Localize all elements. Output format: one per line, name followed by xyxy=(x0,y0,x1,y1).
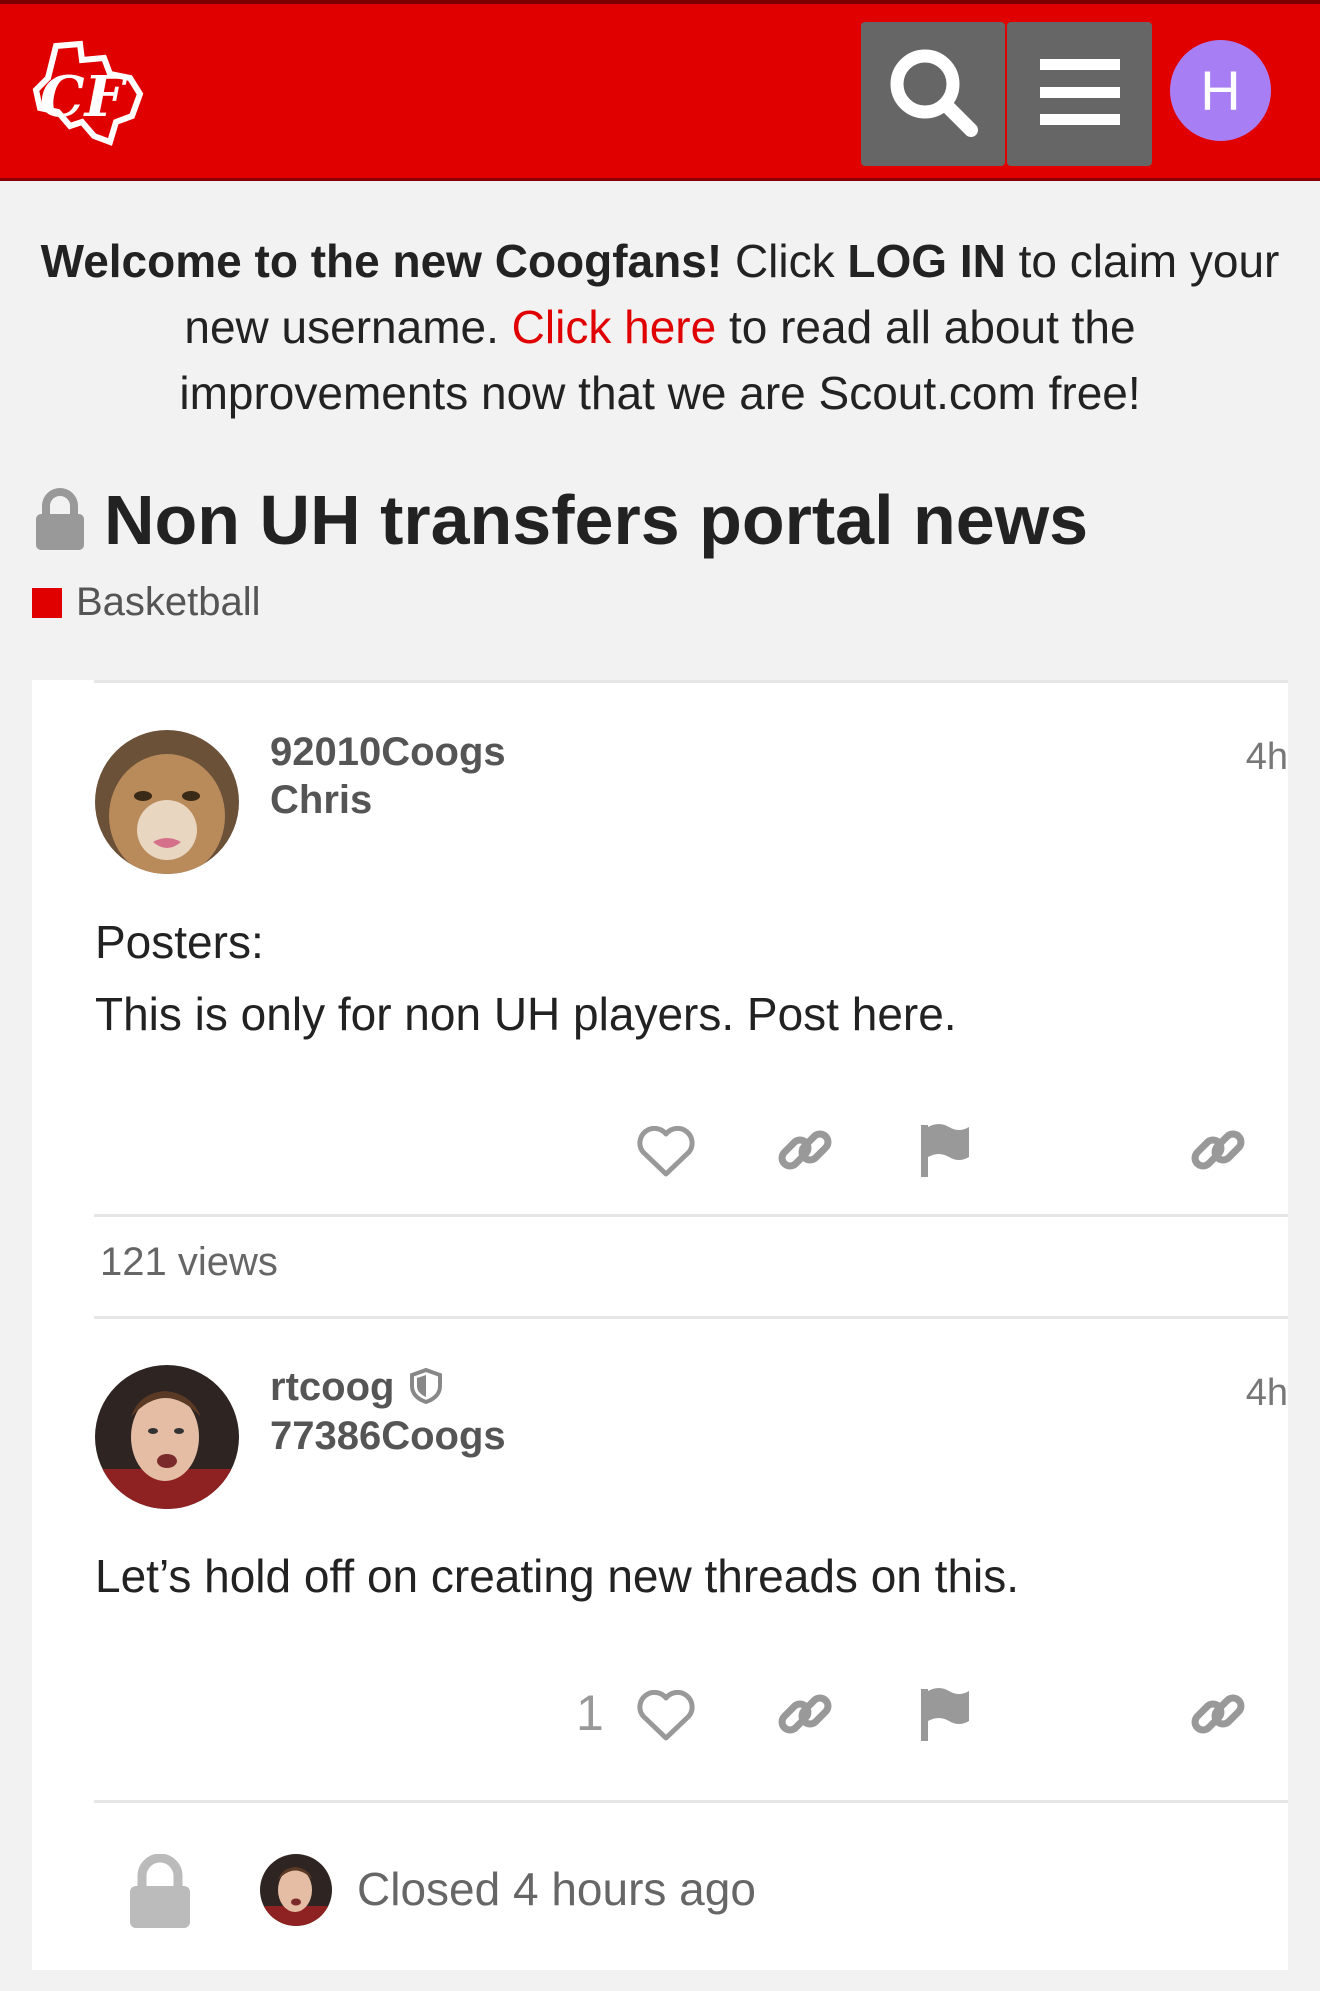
post-user-fullname[interactable]: 77386Coogs xyxy=(270,1414,506,1459)
flag-icon xyxy=(917,1685,971,1748)
welcome-banner: Welcome to the new Coogfans! Click LOG I… xyxy=(40,228,1280,426)
divider xyxy=(94,1316,1288,1319)
click-here-link[interactable]: Click here xyxy=(512,301,717,353)
post-username-text: rtcoog xyxy=(270,1365,395,1409)
avatar[interactable] xyxy=(95,730,239,874)
search-button[interactable] xyxy=(861,22,1005,166)
like-count[interactable]: 1 xyxy=(576,1684,604,1742)
post-line: Posters: xyxy=(95,916,264,968)
moderator-shield-icon xyxy=(409,1367,442,1414)
lock-icon xyxy=(128,1853,192,1930)
like-button[interactable] xyxy=(634,1120,698,1184)
link-icon xyxy=(1189,1121,1247,1184)
link-icon xyxy=(776,1685,834,1748)
logo-text: CF xyxy=(40,64,129,130)
category-color-square xyxy=(32,587,62,618)
post-line: Let’s hold off on creating new threads o… xyxy=(95,1550,1020,1602)
flag-button[interactable] xyxy=(912,1120,976,1184)
divider xyxy=(94,1214,1288,1217)
avatar[interactable] xyxy=(260,1854,332,1926)
flag-button[interactable] xyxy=(912,1684,976,1748)
menu-button[interactable] xyxy=(1007,22,1152,166)
share-link-button[interactable] xyxy=(1186,1684,1250,1748)
current-user-avatar[interactable]: H xyxy=(1170,40,1271,141)
post-username[interactable]: 92010Coogs xyxy=(270,730,506,775)
lock-icon xyxy=(34,488,86,552)
category-label: Basketball xyxy=(76,580,261,624)
views-label: views xyxy=(177,1240,278,1284)
share-link-button[interactable] xyxy=(1186,1120,1250,1184)
flag-icon xyxy=(917,1121,971,1184)
avatar[interactable] xyxy=(95,1365,239,1509)
like-button[interactable] xyxy=(634,1684,698,1748)
category-badge[interactable]: Basketball xyxy=(32,580,261,625)
closed-notice: Closed 4 hours ago xyxy=(357,1863,756,1915)
post-username[interactable]: rtcoog xyxy=(270,1365,442,1414)
post-line: This is only for non UH players. Post he… xyxy=(95,988,957,1040)
topic-title-row: Non UH transfers portal news xyxy=(34,480,1088,560)
views-number: 121 xyxy=(100,1240,167,1284)
post-timestamp[interactable]: 4h xyxy=(1246,1372,1288,1415)
copy-link-button[interactable] xyxy=(773,1120,837,1184)
page-title: Non UH transfers portal news xyxy=(104,481,1089,559)
views-count: 121 views xyxy=(100,1240,278,1285)
divider xyxy=(94,680,1288,683)
banner-welcome: Welcome to the new Coogfans! xyxy=(40,235,723,287)
post-timestamp[interactable]: 4h xyxy=(1246,736,1288,779)
site-header: CF H xyxy=(0,0,1320,181)
coogfans-logo[interactable]: CF xyxy=(28,38,146,150)
topic-posts: 92010Coogs Chris 4h Posters: This is onl… xyxy=(32,680,1288,1970)
banner-login: LOG IN xyxy=(847,235,1006,287)
banner-click: Click xyxy=(734,235,835,287)
divider xyxy=(94,1800,1288,1803)
link-icon xyxy=(776,1121,834,1184)
copy-link-button[interactable] xyxy=(773,1684,837,1748)
search-icon xyxy=(885,44,981,145)
link-icon xyxy=(1189,1685,1247,1748)
hamburger-menu-icon xyxy=(1038,57,1122,132)
post-user-fullname[interactable]: Chris xyxy=(270,778,372,823)
